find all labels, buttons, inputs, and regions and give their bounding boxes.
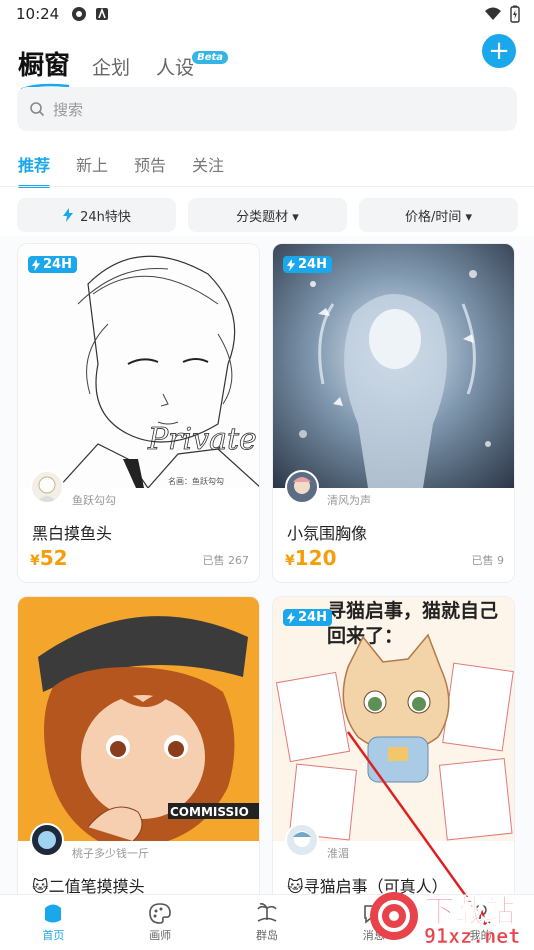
chip-price-time[interactable]: 价格/时间 ▾ <box>359 198 518 232</box>
feed-tabs: 推荐 新上 预告 关注 <box>18 152 224 188</box>
artist-name[interactable]: 淮湄 <box>327 845 349 861</box>
wifi-icon <box>485 7 501 20</box>
currency-symbol: ¥ <box>285 553 295 569</box>
sketch-signature: Private <box>147 422 257 457</box>
nav-islands-label: 群岛 <box>255 929 278 942</box>
beta-badge: Beta <box>192 51 229 64</box>
product-card[interactable]: 寻猫启事，猫就自己回来了： 24H 淮湄 🐱寻猫启事（可真人） <box>272 596 515 906</box>
lightning-icon <box>63 208 74 222</box>
filter-chips: 24h特快 分类题材 ▾ 价格/时间 ▾ <box>17 198 518 232</box>
nav-artists[interactable]: 画师 <box>107 895 214 950</box>
palette-icon <box>149 903 171 924</box>
product-card[interactable]: COMMISSIO 桃子多少钱一斤 🐱二值笔摸摸头 <box>17 596 260 906</box>
status-notification-icons <box>71 6 109 22</box>
product-title: 小氛围胸像 <box>287 524 368 543</box>
tab-showcase[interactable]: 橱窗 <box>18 45 71 91</box>
chip-price-label: 价格/时间 ▾ <box>404 209 473 225</box>
sketch-caption: 名画：鱼跃勾勾 <box>168 476 224 486</box>
search-bar[interactable]: 搜索 <box>17 87 517 131</box>
price-value: 52 <box>39 546 68 570</box>
status-time: 10:24 <box>16 5 60 23</box>
nav-home[interactable]: 首页 <box>0 895 107 950</box>
artist-name[interactable]: 清风为声 <box>327 492 371 508</box>
lightning-icon <box>286 611 296 624</box>
badge-label: 24H <box>43 257 72 272</box>
nav-islands[interactable]: 群岛 <box>214 895 321 950</box>
tab-preview[interactable]: 预告 <box>134 152 166 188</box>
badge-24h: 24H <box>283 256 332 273</box>
badge-label: 24H <box>298 257 327 272</box>
watermark-url: 91xz.net <box>424 924 521 949</box>
site-watermark: 下载站 91xz.net <box>362 884 534 950</box>
sync-icon <box>72 7 87 21</box>
atmospheric-artwork <box>299 270 491 488</box>
add-button[interactable]: + <box>482 34 516 68</box>
product-price: ¥120 <box>285 546 337 570</box>
product-image: 寻猫启事，猫就自己回来了： <box>273 597 514 841</box>
home-icon <box>45 904 62 923</box>
lightning-icon <box>31 258 41 271</box>
tabs-divider <box>0 186 534 187</box>
avatar[interactable] <box>30 823 64 857</box>
tab-following[interactable]: 关注 <box>192 152 224 188</box>
app-notification-icon <box>96 7 109 20</box>
product-image <box>273 244 514 488</box>
badge-24h: 24H <box>283 609 332 626</box>
search-icon <box>30 102 45 117</box>
chip-category-label: 分类题材 ▾ <box>236 209 299 225</box>
nav-home-label: 首页 <box>42 929 65 942</box>
battery-icon <box>510 5 520 23</box>
product-card[interactable]: 24H 清风为声 小氛围胸像 ¥120 已售 9 <box>272 243 515 583</box>
avatar[interactable] <box>30 470 64 504</box>
chip-category[interactable]: 分类题材 ▾ <box>188 198 347 232</box>
product-price: ¥52 <box>30 546 68 570</box>
cat-artwork: 寻猫启事，猫就自己回来了： <box>275 600 514 841</box>
product-card[interactable]: Private 名画：鱼跃勾勾 24H 鱼跃勾勾 黑白摸鱼头 ¥52 已售 26… <box>17 243 260 583</box>
product-title: 黑白摸鱼头 <box>32 524 113 543</box>
artist-name[interactable]: 鱼跃勾勾 <box>72 492 116 508</box>
chip-24h-express[interactable]: 24h特快 <box>17 198 176 232</box>
tab-new[interactable]: 新上 <box>76 152 108 188</box>
sketch-artwork: Private 名画：鱼跃勾勾 <box>57 255 259 488</box>
tab-projects-label: 企划 <box>92 57 131 79</box>
badge-label: 24H <box>298 610 327 625</box>
tab-recommended[interactable]: 推荐 <box>18 152 51 188</box>
commission-banner: COMMISSIO <box>170 805 249 819</box>
artist-name[interactable]: 桃子多少钱一斤 <box>72 845 149 861</box>
top-header: 橱窗 企划 人设 Beta <box>0 30 534 91</box>
plus-icon: + <box>488 36 510 66</box>
watermark-logo-icon <box>370 892 418 940</box>
badge-24h: 24H <box>28 256 77 273</box>
avatar[interactable] <box>285 823 319 857</box>
chip-24h-label: 24h特快 <box>80 209 131 225</box>
search-placeholder: 搜索 <box>53 100 84 119</box>
price-value: 120 <box>294 546 337 570</box>
lightning-icon <box>286 258 296 271</box>
status-bar: 10:24 <box>0 0 534 28</box>
island-icon <box>257 903 277 922</box>
sold-count: 已售 267 <box>202 554 250 567</box>
currency-symbol: ¥ <box>30 553 40 569</box>
sold-count: 已售 9 <box>471 554 505 567</box>
portrait-artwork: COMMISSIO <box>38 616 259 841</box>
tab-showcase-label: 橱窗 <box>18 51 71 81</box>
product-image: COMMISSIO <box>18 597 259 841</box>
tab-characters[interactable]: 人设 Beta <box>156 51 229 82</box>
tab-projects[interactable]: 企划 <box>92 53 130 82</box>
avatar[interactable] <box>285 470 319 504</box>
tab-characters-label: 人设 <box>156 57 195 79</box>
nav-artists-label: 画师 <box>149 929 172 942</box>
product-image: Private 名画：鱼跃勾勾 <box>18 244 259 488</box>
